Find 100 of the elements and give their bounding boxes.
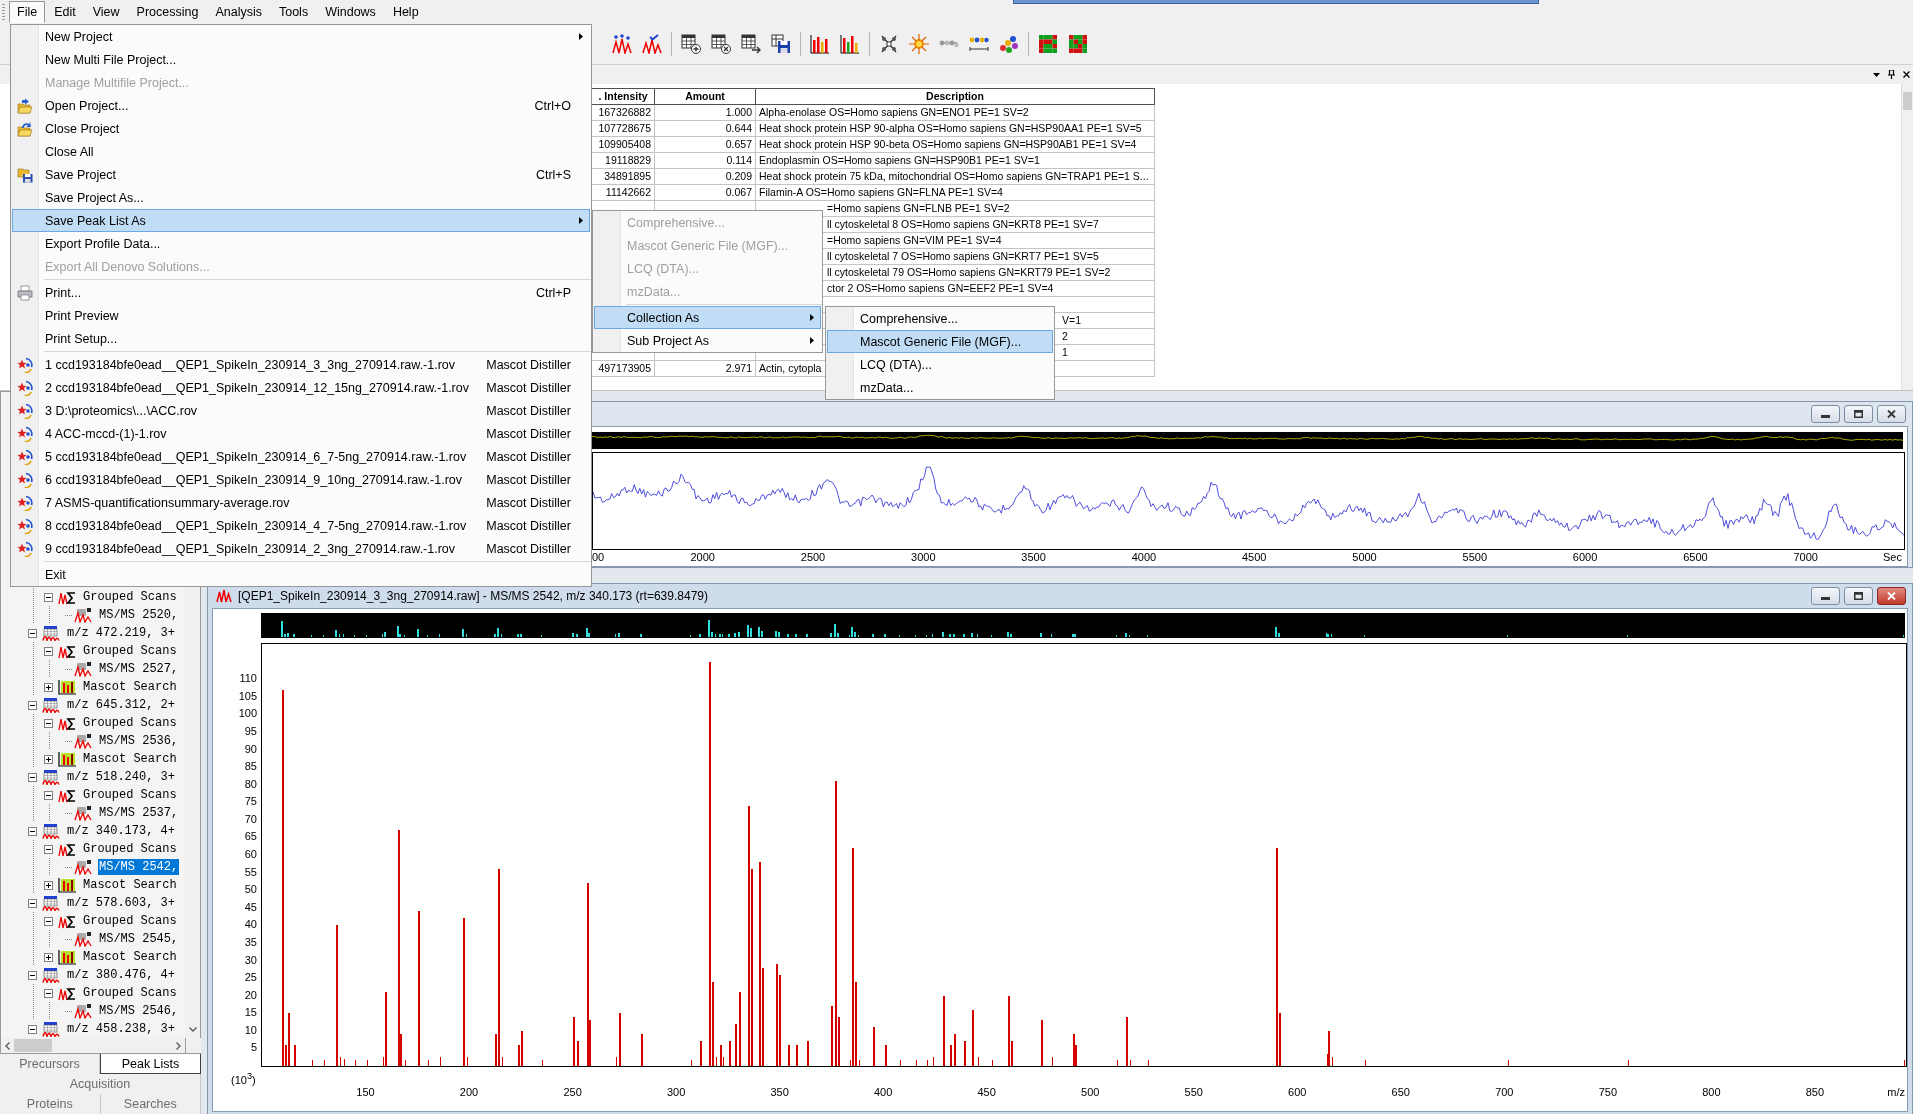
menu-item[interactable]: 6 ccd193184bfe0ead__QEP1_SpikeIn_230914_9_10ng_270914.raw.-1.rov Mascot Distiller — [12, 468, 590, 491]
plus-box-icon[interactable] — [44, 682, 53, 692]
plus-box-icon[interactable] — [44, 880, 53, 890]
tab[interactable]: Proteins — [0, 1094, 101, 1114]
tree-item[interactable]: MS/MS 2546, — [98, 1003, 180, 1019]
tree-item[interactable]: MS/MS 2520, — [98, 607, 180, 623]
tree-item[interactable]: Grouped Scans — [82, 589, 178, 605]
minus-box-icon[interactable] — [44, 592, 53, 602]
tree-item[interactable]: MS/MS 2542, — [98, 859, 180, 875]
table-arrow-icon[interactable] — [741, 34, 761, 54]
minus-box-icon[interactable] — [28, 1024, 37, 1034]
peaks-check-icon[interactable] — [642, 34, 662, 54]
minus-box-icon[interactable] — [44, 844, 53, 854]
menu-item[interactable]: Collection As — [594, 306, 821, 329]
menu-item[interactable]: 7 ASMS-quantificationsummary-average.rov Mascot Distiller — [12, 491, 590, 514]
crossed-chains-icon[interactable] — [879, 34, 899, 54]
minus-box-icon[interactable] — [28, 970, 37, 980]
menu-bar-item[interactable]: Tools — [270, 1, 317, 23]
menu-bar-item[interactable]: Windows — [317, 1, 384, 23]
menu-bar-item[interactable]: View — [84, 1, 128, 23]
menu-item[interactable]: Open Project... Ctrl+O — [12, 94, 590, 117]
menu-item[interactable]: 2 ccd193184bfe0ead__QEP1_SpikeIn_230914_12_15ng_270914.raw.-1.rov Mascot Distiller — [12, 376, 590, 399]
tree-item[interactable]: MS/MS 2545, — [98, 931, 180, 947]
table-remove-icon[interactable] — [711, 34, 731, 54]
close-icon[interactable] — [1903, 70, 1910, 79]
minus-box-icon[interactable] — [28, 700, 37, 710]
tree-item[interactable]: m/z 340.173, 4+ — [66, 823, 177, 839]
menu-item[interactable]: Save Project As... — [12, 186, 590, 209]
tree-item[interactable]: m/z 578.603, 3+ — [66, 895, 177, 911]
tree-item[interactable]: Mascot Search — [82, 751, 178, 767]
column-header[interactable]: Amount — [655, 88, 756, 105]
grip-handle[interactable] — [2, 4, 5, 20]
menu-item[interactable]: Sub Project As — [594, 329, 821, 352]
floppy-disk-icon[interactable] — [771, 34, 791, 54]
minimize-button[interactable] — [1811, 587, 1840, 605]
table-add-icon[interactable] — [681, 34, 701, 54]
tree-item[interactable]: Grouped Scans — [82, 841, 178, 857]
menu-item[interactable]: 1 ccd193184bfe0ead__QEP1_SpikeIn_230914_3_3ng_270914.raw.-1.rov Mascot Distiller — [12, 353, 590, 376]
tree-item[interactable]: Mascot Search — [82, 679, 178, 695]
menu-bar-item[interactable]: Processing — [128, 1, 207, 23]
minus-box-icon[interactable] — [28, 628, 37, 638]
plus-box-icon[interactable] — [44, 754, 53, 764]
bar-chart-icon[interactable] — [840, 34, 860, 54]
minus-box-icon[interactable] — [44, 988, 53, 998]
heatmap-icon[interactable] — [1038, 34, 1058, 54]
menu-bar-item[interactable]: Edit — [46, 1, 84, 23]
menu-item[interactable]: New Multi File Project... — [12, 48, 590, 71]
minus-box-icon[interactable] — [44, 916, 53, 926]
tree-item[interactable]: m/z 645.312, 2+ — [66, 697, 177, 713]
column-header[interactable]: . Intensity — [592, 88, 655, 105]
tree-item[interactable]: m/z 472.219, 3+ — [66, 625, 177, 641]
dropdown-icon[interactable] — [1873, 72, 1880, 77]
minus-box-icon[interactable] — [44, 646, 53, 656]
tree-item[interactable]: MS/MS 2527, — [98, 661, 180, 677]
menu-item[interactable]: Close Project — [12, 117, 590, 140]
menu-item[interactable]: New Project — [12, 25, 590, 48]
column-header[interactable]: Description — [756, 88, 1155, 105]
tree-item[interactable]: Grouped Scans — [82, 913, 178, 929]
tree-item[interactable]: Grouped Scans — [82, 985, 178, 1001]
menu-item[interactable]: Export Profile Data... — [12, 232, 590, 255]
menu-bar-item[interactable]: Analysis — [207, 1, 270, 23]
menu-item[interactable]: Comprehensive... — [827, 307, 1053, 330]
minus-box-icon[interactable] — [28, 898, 37, 908]
menu-item[interactable]: 9 ccd193184bfe0ead__QEP1_SpikeIn_230914_2_3ng_270914.raw.-1.rov Mascot Distiller — [12, 537, 590, 560]
menu-item[interactable]: Exit — [12, 563, 590, 586]
tree-item[interactable]: MS/MS 2536, — [98, 733, 180, 749]
tab[interactable]: Peak Lists — [100, 1054, 201, 1074]
tree-item[interactable]: m/z 458.238, 3+ — [66, 1021, 177, 1037]
pin-icon[interactable] — [1888, 70, 1895, 79]
maximize-button[interactable] — [1844, 587, 1873, 605]
menu-item[interactable]: Close All — [12, 140, 590, 163]
close-button[interactable] — [1877, 587, 1906, 605]
menu-item[interactable]: Print Setup... — [12, 327, 590, 350]
menu-bar-item[interactable]: File — [9, 1, 46, 23]
bar-chart-icon[interactable] — [810, 34, 830, 54]
tree-item[interactable]: Mascot Search — [82, 877, 178, 893]
menu-item[interactable]: 8 ccd193184bfe0ead__QEP1_SpikeIn_230914_4_7-5ng_270914.raw.-1.rov Mascot Distiller — [12, 514, 590, 537]
tree-item[interactable]: MS/MS 2537, — [98, 805, 180, 821]
minus-box-icon[interactable] — [44, 790, 53, 800]
minus-box-icon[interactable] — [44, 718, 53, 728]
scrollbar-thumb[interactable] — [1903, 92, 1912, 110]
minus-box-icon[interactable] — [28, 772, 37, 782]
maximize-button[interactable] — [1844, 405, 1873, 423]
vertical-scrollbar[interactable] — [1901, 84, 1913, 390]
menu-item[interactable]: 4 ACC-mccd-(1)-1.rov Mascot Distiller — [12, 422, 590, 445]
starburst-icon[interactable] — [909, 34, 929, 54]
menu-item[interactable]: Mascot Generic File (MGF)... — [827, 330, 1053, 353]
menu-bar-item[interactable]: Help — [384, 1, 427, 23]
menu-item[interactable]: 5 ccd193184bfe0ead__QEP1_SpikeIn_230914_6_7-5ng_270914.raw.-1.rov Mascot Distiller — [12, 445, 590, 468]
peaks-dots-icon[interactable] — [612, 34, 632, 54]
menu-item[interactable]: 3 D:\proteomics\...\ACC.rov Mascot Distiller — [12, 399, 590, 422]
menu-item[interactable]: Print Preview — [12, 304, 590, 327]
minus-box-icon[interactable] — [28, 826, 37, 836]
menu-item[interactable]: Print... Ctrl+P — [12, 281, 590, 304]
menu-item[interactable]: mzData... — [827, 376, 1053, 399]
scrollbar-thumb[interactable] — [14, 1039, 52, 1052]
minimize-button[interactable] — [1811, 405, 1840, 423]
tree-item[interactable]: Grouped Scans — [82, 787, 178, 803]
close-button[interactable] — [1877, 405, 1906, 423]
tree-item[interactable]: Mascot Search — [82, 949, 178, 965]
